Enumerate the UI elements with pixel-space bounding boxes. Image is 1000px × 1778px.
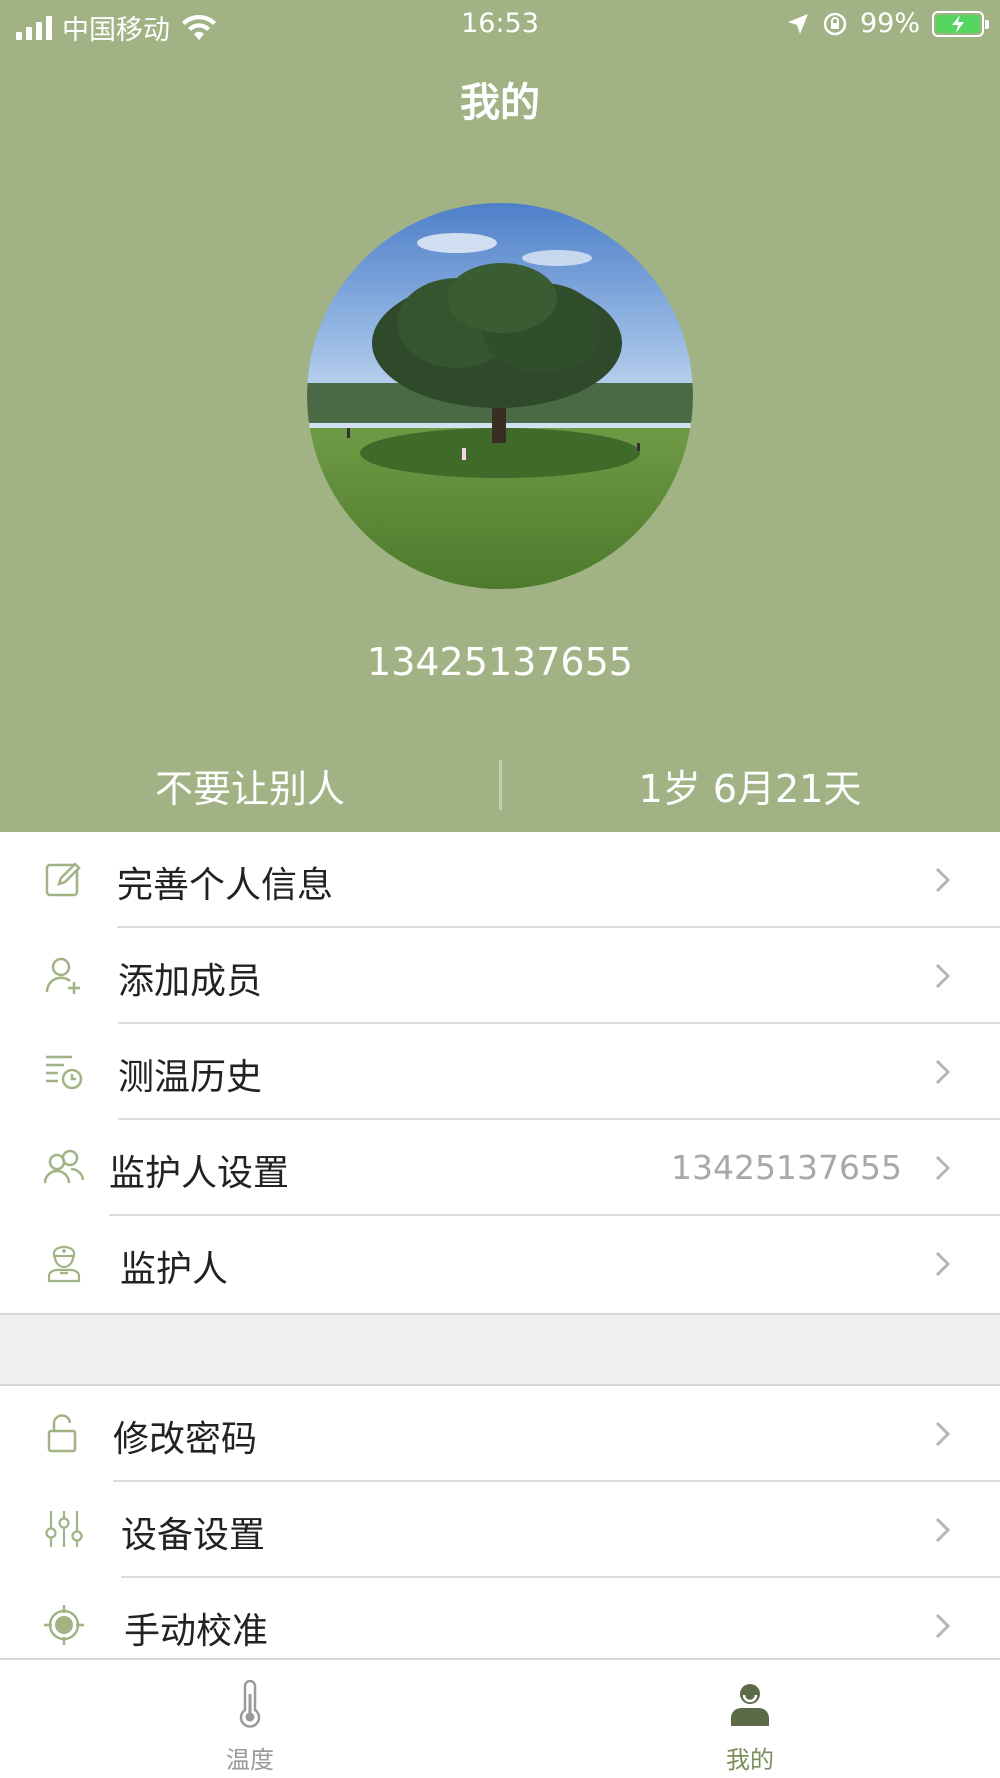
chevron-right-icon [935,1155,951,1181]
menu-item-label: 修改密码 [113,1419,258,1460]
menu-item-change-password[interactable]: 修改密码 [0,1386,1000,1482]
sliders-icon [45,1511,83,1547]
menu-item-device-settings[interactable]: 设备设置 [0,1482,1000,1578]
avatar[interactable] [307,203,693,589]
user-age: 1岁 6月21天 [638,767,862,811]
location-arrow-icon [787,13,808,34]
avatar-image [307,203,693,589]
rotation-lock-icon [823,12,847,35]
menu-item-label: 监护人 [120,1249,229,1290]
tab-temperature[interactable]: 温度 [0,1660,500,1778]
edit-icon [45,862,81,897]
chevron-right-icon [935,963,951,989]
profile-icon [731,1684,769,1726]
menu-item-label: 添加成员 [118,961,263,1002]
nurse-icon [47,1245,81,1283]
tab-label: 温度 [226,1746,274,1774]
menu-item-edit-profile[interactable]: 完善个人信息 [0,832,1000,928]
menu-item-label: 手动校准 [124,1611,269,1652]
battery-icon [932,10,989,37]
tab-bar: 温度 我的 [0,1658,1000,1778]
users-icon [44,1149,84,1184]
add-user-icon [45,957,80,994]
chevron-right-icon [935,867,951,893]
chevron-right-icon [935,1613,951,1639]
battery-percent: 99% [859,8,920,39]
chevron-right-icon [935,1517,951,1543]
menu-item-label: 测温历史 [118,1057,263,1098]
status-right: 99% [786,8,989,39]
section-gap [0,1313,1000,1386]
tab-profile[interactable]: 我的 [500,1660,1000,1778]
user-nickname: 不要让别人 [154,767,345,811]
menu-item-guardian-settings[interactable]: 监护人设置 13425137655 [0,1120,1000,1216]
chevron-right-icon [935,1251,951,1277]
profile-header: 中国移动 16:53 99% 我的 13425137655 不要让别人 1岁 6… [0,0,1000,832]
status-bar: 中国移动 16:53 99% [0,0,1000,50]
page-title: 我的 [460,80,540,126]
history-icon [46,1055,83,1090]
tab-label: 我的 [726,1746,774,1774]
menu-item-add-member[interactable]: 添加成员 [0,928,1000,1024]
guardian-phone: 13425137655 [671,1148,902,1187]
menu-item-label: 监护人设置 [109,1153,290,1194]
chevron-right-icon [935,1421,951,1447]
target-icon [44,1605,84,1645]
user-phone: 13425137655 [367,640,633,684]
menu-item-label: 完善个人信息 [117,865,334,906]
chevron-right-icon [935,1059,951,1085]
thermometer-icon [239,1680,261,1728]
menu-item-guardian[interactable]: 监护人 [0,1216,1000,1312]
menu-item-label: 设备设置 [121,1515,266,1556]
menu-item-temperature-history[interactable]: 测温历史 [0,1024,1000,1120]
lock-icon [47,1414,77,1453]
profile-stats: 不要让别人 1岁 6月21天 [0,750,1000,820]
